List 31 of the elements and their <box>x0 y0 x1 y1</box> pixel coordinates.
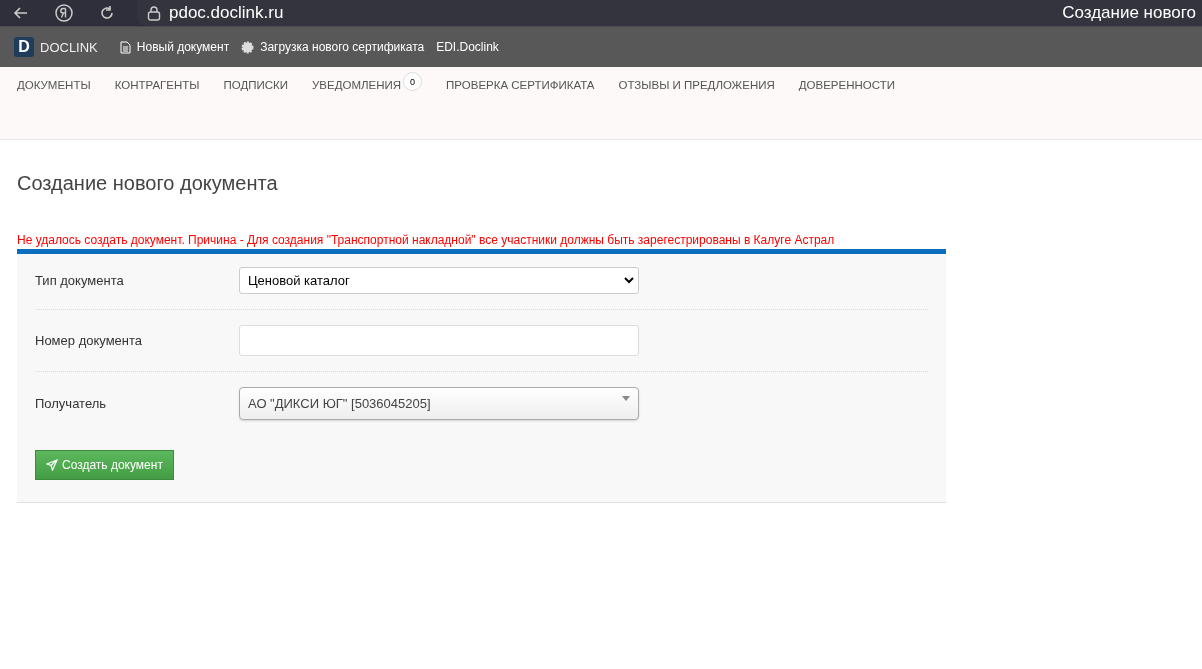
url-text: pdoc.doclink.ru <box>169 3 284 23</box>
gear-icon <box>241 40 255 54</box>
nav-link[interactable]: УВЕДОМЛЕНИЯ <box>312 79 402 98</box>
notification-badge: 0 <box>403 72 423 91</box>
nav-link[interactable]: КОНТРАГЕНТЫ <box>114 79 200 91</box>
nav-link[interactable]: ДОКУМЕНТЫ <box>17 79 91 91</box>
error-message: Не удалось создать документ. Причина - Для создания "Транспортной накладной" все участники должны быть зарегестрированы в Калуге Астрал <box>17 233 836 247</box>
input-field[interactable] <box>239 325 639 356</box>
page-title: Создание нового документа <box>17 172 279 195</box>
logo-icon[interactable]: D <box>14 37 34 57</box>
nav-link[interactable]: ДОВЕРЕННОСТИ <box>798 79 895 91</box>
caret-icon <box>622 396 630 401</box>
nav-link[interactable]: ПРОВЕРКА СЕРТИФИКАТА <box>446 79 595 91</box>
document-icon <box>119 40 131 54</box>
bookmark[interactable]: EDI.Doclink <box>436 40 499 54</box>
tab-title: Создание нового <box>1062 3 1196 23</box>
field-label: Получатель <box>35 396 108 411</box>
address-bar[interactable]: pdoc.doclink.ru Создание нового <box>137 0 1202 26</box>
field-label: Номер документа <box>35 333 143 348</box>
chevron-down-icon <box>624 277 634 284</box>
recipient-select[interactable]: АО "ДИКСИ ЮГ" [5036045205] <box>239 387 639 420</box>
document-type-select[interactable]: Ценовой каталог <box>239 267 639 294</box>
bookmark[interactable]: DOCLINK <box>40 39 98 55</box>
paper-plane-icon <box>46 459 58 471</box>
browser-logo-icon[interactable] <box>54 3 74 23</box>
nav-link[interactable]: ОТЗЫВЫ И ПРЕДЛОЖЕНИЯ <box>618 79 775 91</box>
field-label: Тип документа <box>35 273 125 288</box>
lock-icon <box>147 5 161 21</box>
bookmark[interactable]: Загрузка нового сертификата <box>260 40 425 54</box>
bookmark[interactable]: Новый документ <box>136 40 230 54</box>
nav-link[interactable]: ПОДПИСКИ <box>223 79 289 91</box>
